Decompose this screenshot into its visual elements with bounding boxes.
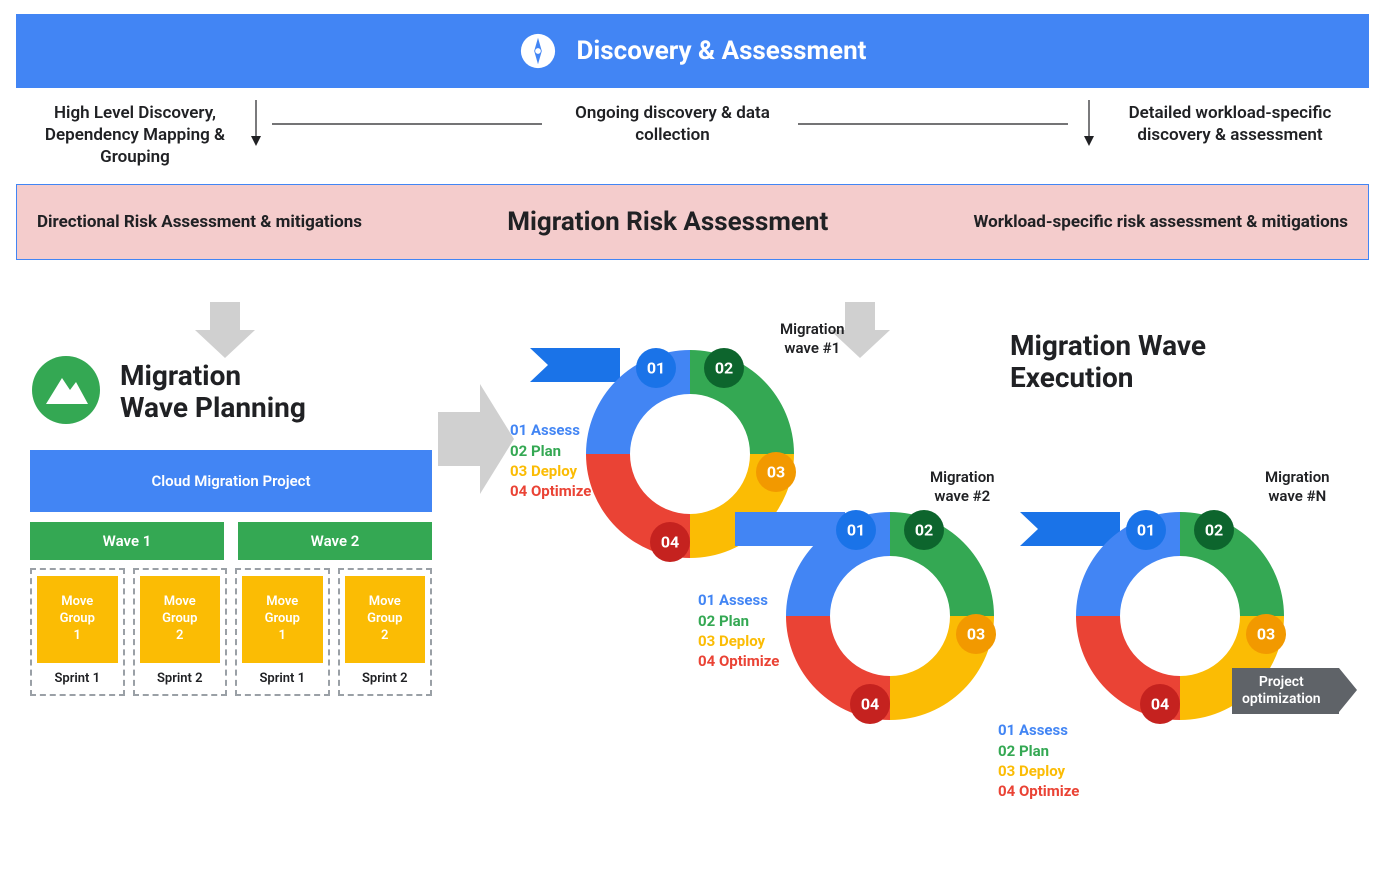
risk-right-label: Workload-specific risk assessment & miti…: [974, 212, 1348, 232]
sprint-label: Sprint 1: [37, 671, 118, 686]
sprint-label: Sprint 2: [140, 671, 221, 686]
legend-optimize: 04 Optimize: [698, 651, 779, 671]
move-group-box: MoveGroup1 Sprint 1: [30, 568, 125, 696]
waves-row: Wave 1 Wave 2: [30, 522, 432, 560]
cycle-legend: 01 Assess 02 Plan 03 Deploy 04 Optimize: [698, 590, 779, 671]
execution-title: Migration WaveExecution: [1010, 330, 1206, 394]
legend-plan: 02 Plan: [998, 741, 1079, 761]
discovery-right-label: Detailed workload-specificdiscovery & as…: [1095, 102, 1365, 146]
legend-assess: 01 Assess: [698, 590, 779, 610]
move-group-box: MoveGroup2 Sprint 2: [338, 568, 433, 696]
move-group-label: MoveGroup2: [140, 576, 221, 663]
cycle-legend: 01 Assess 02 Plan 03 Deploy 04 Optimize: [998, 720, 1079, 801]
lower-content: MigrationWave Planning Cloud Migration P…: [0, 320, 1385, 696]
svg-text:02: 02: [715, 359, 733, 378]
svg-text:03: 03: [767, 463, 785, 482]
svg-text:02: 02: [915, 521, 933, 540]
cycle-legend: 01 Assess 02 Plan 03 Deploy 04 Optimize: [510, 420, 591, 501]
arrow-down-icon: [250, 102, 262, 146]
legend-deploy: 03 Deploy: [698, 631, 779, 651]
discovery-mid-label: Ongoing discovery & datacollection: [558, 102, 788, 146]
sprint-label: Sprint 1: [242, 671, 323, 686]
svg-text:01: 01: [847, 521, 865, 540]
legend-optimize: 04 Optimize: [510, 481, 591, 501]
arrow-right-icon: [788, 114, 1084, 134]
move-group-box: MoveGroup2 Sprint 2: [133, 568, 228, 696]
mountain-icon: [30, 354, 102, 430]
wave-cycle-donut: 01 02 03 04: [760, 486, 1020, 750]
legend-assess: 01 Assess: [998, 720, 1079, 740]
banner-title: Discovery & Assessment: [577, 36, 867, 66]
svg-text:04: 04: [661, 533, 679, 552]
legend-assess: 01 Assess: [510, 420, 591, 440]
move-group-box: MoveGroup1 Sprint 1: [235, 568, 330, 696]
svg-text:02: 02: [1205, 521, 1223, 540]
cloud-migration-project-box: Cloud Migration Project: [30, 450, 432, 512]
legend-deploy: 03 Deploy: [510, 461, 591, 481]
svg-text:03: 03: [1257, 625, 1275, 644]
discovery-left-label: High Level Discovery,Dependency Mapping …: [20, 102, 250, 168]
risk-assessment-band: Directional Risk Assessment & mitigation…: [16, 184, 1369, 260]
wave-box: Wave 1: [30, 522, 224, 560]
migration-wave-planning: MigrationWave Planning Cloud Migration P…: [0, 354, 450, 696]
arrow-right-icon: [262, 114, 558, 134]
discovery-assessment-banner: Discovery & Assessment: [16, 14, 1369, 88]
svg-text:03: 03: [967, 625, 985, 644]
legend-plan: 02 Plan: [510, 441, 591, 461]
legend-deploy: 03 Deploy: [998, 761, 1079, 781]
discovery-row: High Level Discovery,Dependency Mapping …: [16, 88, 1369, 178]
risk-left-label: Directional Risk Assessment & mitigation…: [37, 212, 362, 232]
planning-header: MigrationWave Planning: [30, 354, 450, 430]
compass-icon: [519, 32, 557, 70]
svg-text:01: 01: [647, 359, 665, 378]
svg-text:04: 04: [861, 695, 879, 714]
risk-mid-label: Migration Risk Assessment: [507, 207, 828, 237]
project-optimization-tag: Projectoptimization: [1232, 668, 1339, 714]
move-group-label: MoveGroup2: [345, 576, 426, 663]
move-groups-row: MoveGroup1 Sprint 1 MoveGroup2 Sprint 2 …: [30, 568, 432, 696]
legend-plan: 02 Plan: [698, 611, 779, 631]
sprint-label: Sprint 2: [345, 671, 426, 686]
move-group-label: MoveGroup1: [242, 576, 323, 663]
wave-box: Wave 2: [238, 522, 432, 560]
move-group-label: MoveGroup1: [37, 576, 118, 663]
planning-title: MigrationWave Planning: [120, 360, 306, 424]
svg-text:01: 01: [1137, 521, 1155, 540]
arrow-down-icon: [1083, 102, 1095, 146]
migration-wave-execution: Migration WaveExecution Migrationwave #1…: [450, 320, 1385, 696]
legend-optimize: 04 Optimize: [998, 781, 1079, 801]
svg-text:04: 04: [1151, 695, 1169, 714]
